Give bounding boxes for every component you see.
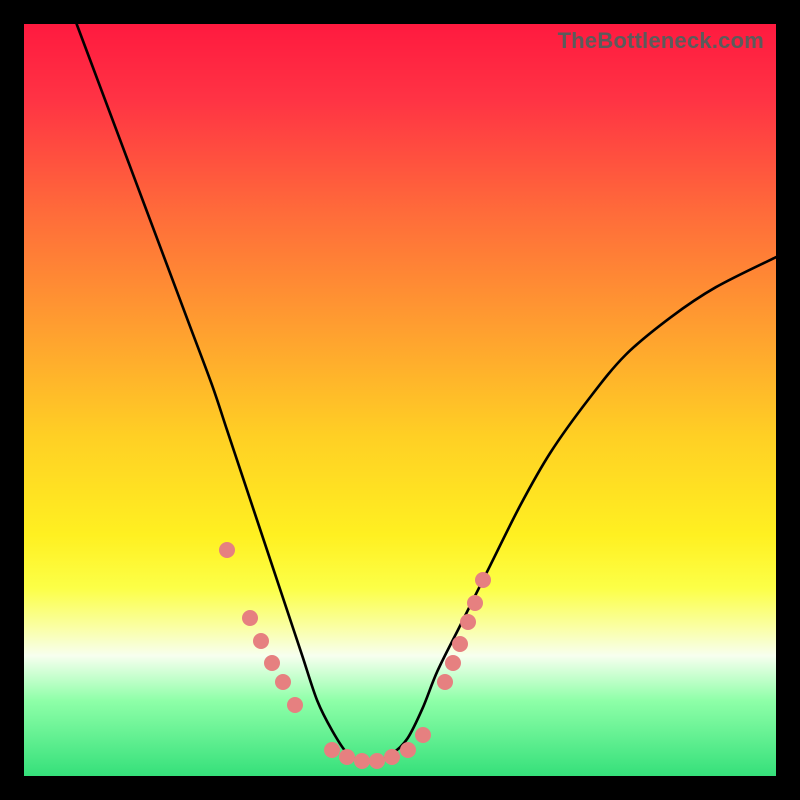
data-marker <box>242 610 258 626</box>
data-marker <box>339 749 355 765</box>
data-marker <box>445 655 461 671</box>
data-marker <box>384 749 400 765</box>
data-marker <box>324 742 340 758</box>
data-marker <box>354 753 370 769</box>
data-marker <box>460 614 476 630</box>
data-marker <box>415 727 431 743</box>
data-marker <box>400 742 416 758</box>
data-marker <box>287 697 303 713</box>
data-marker <box>452 636 468 652</box>
data-marker <box>467 595 483 611</box>
data-marker <box>369 753 385 769</box>
data-marker <box>475 572 491 588</box>
data-marker <box>219 542 235 558</box>
data-marker <box>253 633 269 649</box>
data-marker <box>275 674 291 690</box>
plot-area: TheBottleneck.com <box>24 24 776 776</box>
bottleneck-curve <box>24 24 776 776</box>
data-marker <box>437 674 453 690</box>
frame: TheBottleneck.com <box>0 0 800 800</box>
data-marker <box>264 655 280 671</box>
